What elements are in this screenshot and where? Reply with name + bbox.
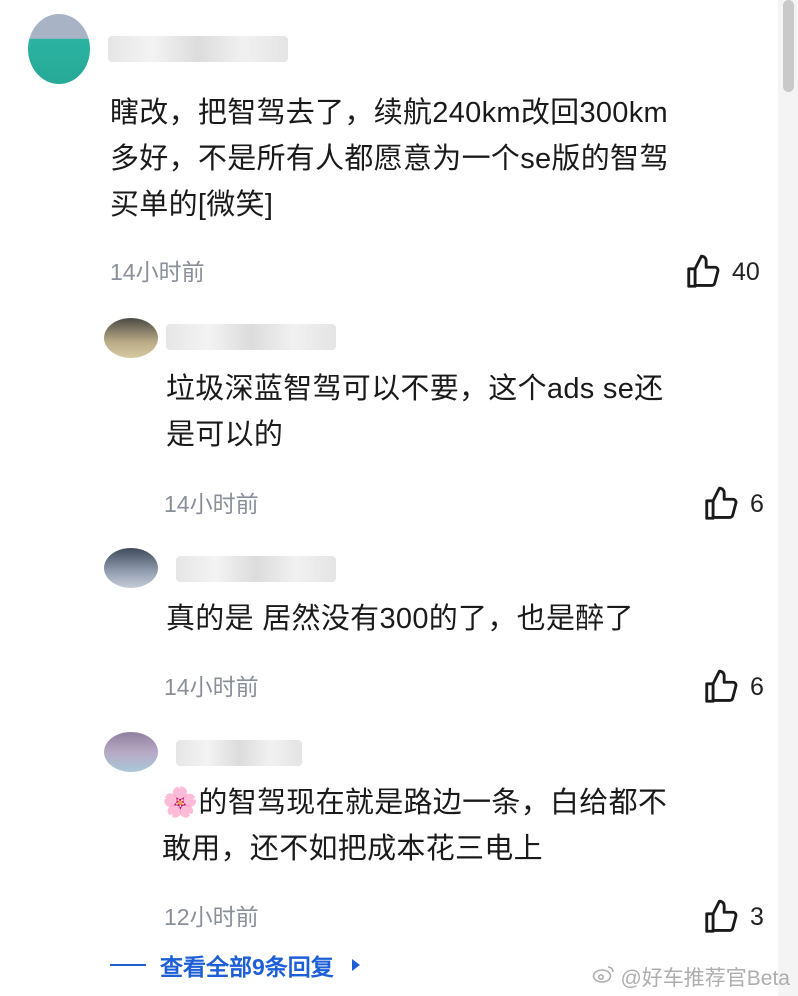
divider-line [110, 964, 146, 966]
weibo-logo-icon [592, 964, 616, 990]
view-all-replies-label: 查看全部9条回复 [160, 954, 334, 980]
like-button[interactable]: 6 [702, 668, 764, 706]
play-arrow-icon [351, 959, 360, 971]
like-count: 6 [750, 672, 764, 701]
avatar[interactable] [104, 548, 158, 588]
username[interactable] [108, 36, 288, 62]
thumbs-up-icon [702, 668, 740, 706]
like-count: 6 [750, 489, 764, 518]
view-all-replies-link[interactable]: 查看全部9条回复 [110, 948, 360, 982]
reply-time: 14小时前 [164, 491, 259, 517]
reply-time: 12小时前 [164, 904, 259, 930]
like-count: 40 [732, 257, 760, 286]
like-button[interactable]: 6 [702, 485, 764, 523]
avatar[interactable] [28, 14, 90, 84]
watermark: @好车推荐官Beta [592, 962, 790, 992]
scrollbar-thumb[interactable] [783, 0, 794, 92]
avatar[interactable] [104, 318, 158, 358]
like-button[interactable]: 40 [684, 253, 760, 291]
username[interactable] [176, 740, 302, 766]
scrollbar-track[interactable] [778, 0, 798, 996]
reply-time: 14小时前 [164, 674, 259, 700]
reply-text: 垃圾深蓝智驾可以不要，这个ads se还 是可以的 [166, 373, 664, 451]
comment-text: 瞎改，把智驾去了，续航240km改回300km 多好，不是所有人都愿意为一个se… [110, 97, 669, 221]
reply-text: 真的是 居然没有300的了，也是醉了 [166, 603, 634, 635]
thumbs-up-icon [702, 485, 740, 523]
thumbs-up-icon [702, 898, 740, 936]
avatar[interactable] [104, 732, 158, 772]
username[interactable] [176, 556, 336, 582]
reply-text: 🌸的智驾现在就是路边一条，白给都不 敢用，还不如把成本花三电上 [162, 787, 668, 865]
like-count: 3 [750, 902, 764, 931]
thumbs-up-icon [684, 253, 722, 291]
like-button[interactable]: 3 [702, 898, 764, 936]
username[interactable] [166, 324, 336, 350]
comment-time: 14小时前 [110, 259, 205, 285]
watermark-label: @好车推荐官Beta [620, 967, 790, 990]
